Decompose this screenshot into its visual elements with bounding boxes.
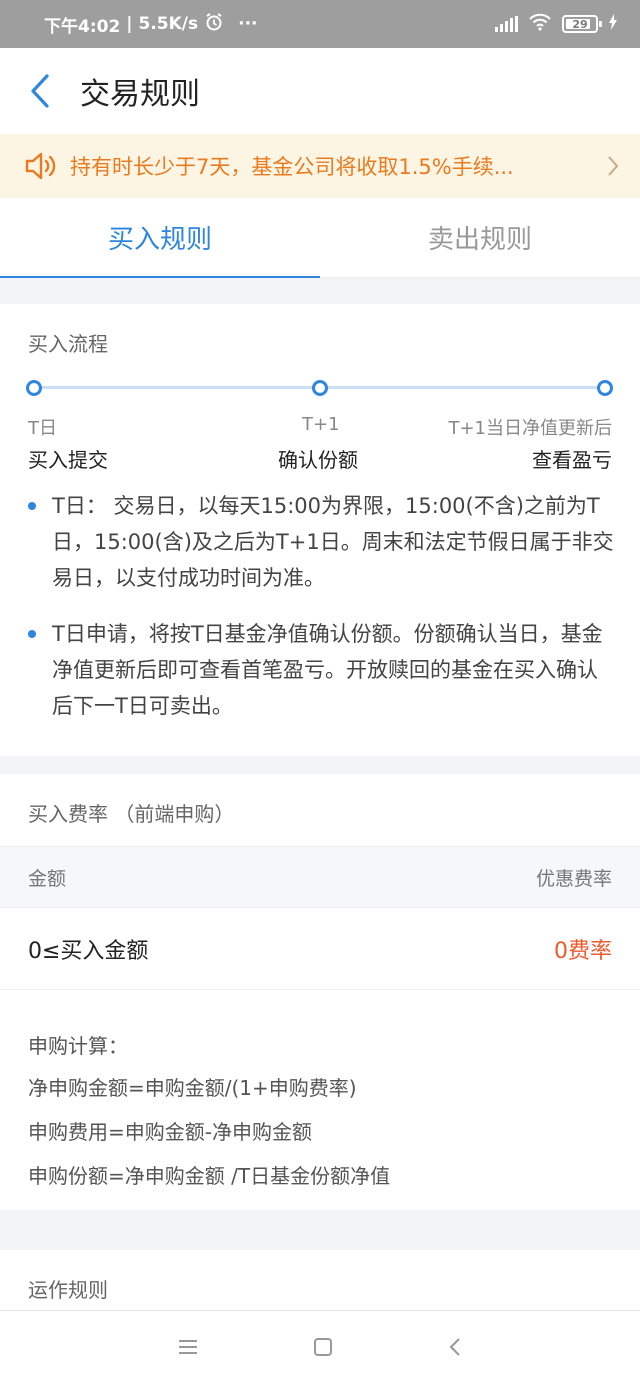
rule-tabs: 买入规则 卖出规则 [0,198,640,278]
more-indicator: ··· [238,14,258,34]
flow-step3-label: T+1当日净值更新后 [448,418,612,439]
wifi-icon [528,13,552,36]
flow-dot-step3 [597,380,613,396]
calc-formula: 申购费用=申购金额-净申购金额 [28,1120,312,1144]
fee-col-rate: 优惠费率 [535,867,612,890]
status-time: 下午4:02 [44,16,121,37]
menu-nav-icon[interactable] [177,1338,199,1360]
status-bar: 下午4:02 | 5.5K/s ··· 29 [0,0,640,48]
flow-dot-step1 [26,380,42,396]
fee-table-header: 金额 优惠费率 [0,846,640,908]
operation-rules-card: 运作规则 [0,1250,640,1310]
alarm-icon [204,12,224,37]
fee-table-row: 0≤买入金额 0费率 [0,908,640,990]
back-arrow-icon [31,74,49,108]
flow-note: T日： 交易日，以每天15:00为界限，15:00(不含)之前为T日，15:00… [28,488,618,596]
back-button[interactable] [0,48,80,134]
flow-title: 买入流程 [28,332,108,356]
system-nav-bar [0,1310,640,1386]
calc-formula: 净申购金额=申购金额/(1+申购费率) [28,1076,357,1100]
battery-level: 29 [572,17,588,31]
network-speed: 5.5K/s [138,14,199,34]
buy-flow-card: 买入流程 T日 T+1 T+1当日净值更新后 买入提交 确认份额 查看盈亏 T日… [0,304,640,756]
tab-sell-rules[interactable]: 卖出规则 [320,198,640,277]
flow-step3-action: 查看盈亏 [532,448,612,472]
tab-buy-rules[interactable]: 买入规则 [0,198,320,278]
fee-title: 买入费率 （前端申购） [28,802,235,826]
notice-text: 持有时长少于7天，基金公司将收取1.5%手续... [70,155,514,179]
speaker-icon [25,152,56,180]
back-nav-icon[interactable] [447,1336,463,1362]
flow-step2-label: T+1 [302,414,340,435]
flow-dot-step2 [312,380,328,396]
buy-fee-card: 买入费率 （前端申购） 金额 优惠费率 0≤买入金额 0费率 申购计算： 净申购… [0,774,640,1210]
charging-icon [608,13,618,35]
flow-step1-label: T日 [28,418,57,439]
chevron-right-icon [608,156,619,176]
fee-col-amount: 金额 [28,867,67,890]
flow-step1-action: 买入提交 [28,448,108,472]
calc-formula: 申购份额=净申购金额 /T日基金份额净值 [28,1164,391,1188]
page-title: 交易规则 [80,77,200,112]
flow-note: T日申请，将按T日基金净值确认份额。份额确认当日，基金净值更新后即可查看首笔盈亏… [28,616,618,724]
flow-step2-action: 确认份额 [278,448,358,472]
calc-title: 申购计算： [28,1034,128,1058]
signal-icon [495,16,518,32]
battery-icon: 29 [562,15,602,33]
home-nav-icon[interactable] [312,1336,334,1362]
fee-amount: 0≤买入金额 [28,938,149,964]
fee-notice-banner[interactable]: 持有时长少于7天，基金公司将收取1.5%手续... [0,134,640,198]
fee-rate: 0费率 [554,938,612,964]
app-header: 交易规则 [0,48,640,134]
operation-title: 运作规则 [28,1278,108,1302]
